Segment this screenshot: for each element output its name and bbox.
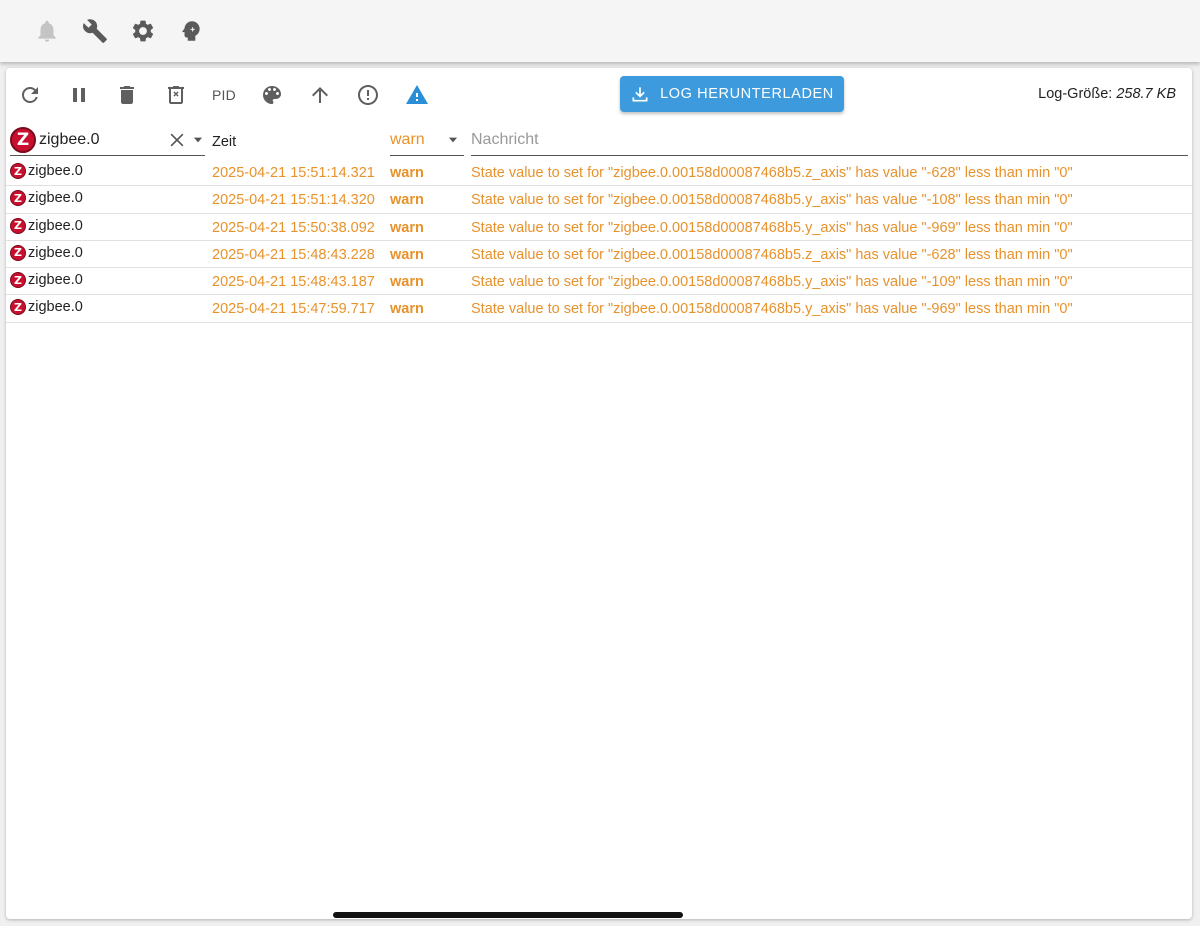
table-row: Zzigbee.0 2025-04-21 15:51:14.320 warn S… [6, 186, 1192, 214]
log-source-text: zigbee.0 [28, 163, 83, 179]
refresh-icon [22, 87, 38, 103]
download-icon [632, 87, 648, 102]
head-icon[interactable] [178, 18, 204, 44]
log-source: Zzigbee.0 [10, 217, 83, 234]
log-time: 2025-04-21 15:51:14.320 [212, 192, 375, 209]
log-message: State value to set for "zigbee.0.00158d0… [471, 165, 1073, 181]
log-size-label: Log-Größe: [1038, 86, 1113, 102]
bell-icon[interactable] [34, 18, 60, 44]
log-time: 2025-04-21 15:51:14.321 [212, 165, 375, 181]
log-source: Zzigbee.0 [10, 299, 83, 316]
zigbee-logo-icon: Z [10, 244, 26, 261]
refresh-button[interactable] [15, 80, 45, 110]
download-log-button[interactable]: LOG HERUNTERLADEN [620, 76, 844, 112]
table-row: Zzigbee.0 2025-04-21 15:47:59.717 warn S… [6, 295, 1192, 323]
log-source-text: zigbee.0 [28, 299, 83, 316]
log-level: warn [390, 301, 424, 318]
log-toolbar: PID LOG HERUNTERLADEN Log-Größe: 258.7 K… [6, 74, 1192, 116]
log-time: 2025-04-21 15:50:38.092 [212, 219, 375, 236]
trash-x-icon [168, 86, 184, 104]
log-table: Zzigbee.0 2025-04-21 15:51:14.321 warn S… [6, 159, 1192, 323]
table-row: Zzigbee.0 2025-04-21 15:51:14.321 warn S… [6, 159, 1192, 187]
pause-button[interactable] [64, 80, 94, 110]
log-level: warn [390, 165, 424, 181]
palette-icon [263, 86, 281, 104]
pid-toggle-button[interactable]: PID [212, 87, 236, 103]
download-log-label: LOG HERUNTERLADEN [660, 86, 834, 102]
log-level: warn [390, 192, 424, 209]
arrow-up-icon [312, 87, 328, 103]
trash-icon [120, 86, 134, 104]
zigbee-logo-icon: Z [10, 163, 26, 179]
log-time: 2025-04-21 15:48:43.228 [212, 246, 375, 263]
delete-all-button[interactable] [161, 80, 191, 110]
time-column-header: Zeit [212, 134, 237, 150]
log-level: warn [390, 219, 424, 236]
log-source: Zzigbee.0 [10, 190, 83, 207]
log-source: Zzigbee.0 [10, 244, 83, 261]
log-panel: PID LOG HERUNTERLADEN Log-Größe: 258.7 K… [6, 68, 1192, 919]
zigbee-logo-icon: Z [10, 190, 26, 207]
error-filter-button[interactable] [353, 80, 383, 110]
source-filter-select[interactable]: Z zigbee.0 [10, 124, 205, 156]
source-filter-value: zigbee.0 [39, 130, 100, 148]
pause-icon [73, 88, 85, 102]
delete-button[interactable] [112, 80, 142, 110]
sort-order-button[interactable] [305, 80, 335, 110]
table-row: Zzigbee.0 2025-04-21 15:48:43.187 warn S… [6, 268, 1192, 296]
level-filter-value: warn [390, 130, 425, 148]
log-message: State value to set for "zigbee.0.00158d0… [471, 301, 1073, 318]
log-level: warn [390, 274, 424, 291]
log-source: Zzigbee.0 [10, 272, 83, 289]
error-outline-icon [358, 85, 378, 105]
log-message: State value to set for "zigbee.0.00158d0… [471, 192, 1073, 209]
warning-filter-button[interactable] [402, 80, 432, 110]
zigbee-logo-icon: Z [10, 217, 26, 234]
wrench-icon[interactable] [82, 18, 108, 44]
clear-icon[interactable] [167, 130, 187, 150]
warning-icon [406, 85, 428, 104]
home-indicator [333, 912, 683, 918]
log-message: State value to set for "zigbee.0.00158d0… [471, 274, 1073, 291]
log-source-text: zigbee.0 [28, 217, 83, 234]
gear-icon[interactable] [130, 18, 156, 44]
log-level: warn [390, 246, 424, 263]
zigbee-logo-icon: Z [10, 299, 26, 316]
log-size: Log-Größe: 258.7 KB [1038, 86, 1176, 102]
log-source-text: zigbee.0 [28, 272, 83, 289]
top-app-bar [0, 0, 1200, 62]
table-row: Zzigbee.0 2025-04-21 15:50:38.092 warn S… [6, 214, 1192, 241]
log-message: State value to set for "zigbee.0.00158d0… [471, 246, 1073, 263]
log-source: Zzigbee.0 [10, 163, 83, 179]
filter-row: Z zigbee.0 Zeit warn [6, 120, 1192, 156]
log-time: 2025-04-21 15:47:59.717 [212, 301, 375, 318]
color-toggle-button[interactable] [257, 80, 287, 110]
chevron-down-icon[interactable] [191, 133, 205, 147]
log-message: State value to set for "zigbee.0.00158d0… [471, 219, 1073, 236]
log-time: 2025-04-21 15:48:43.187 [212, 274, 375, 291]
log-source-text: zigbee.0 [28, 190, 83, 207]
level-filter-select[interactable]: warn [390, 124, 464, 156]
table-row: Zzigbee.0 2025-04-21 15:48:43.228 warn S… [6, 241, 1192, 269]
zigbee-logo-icon: Z [10, 272, 26, 289]
log-size-value: 258.7 KB [1116, 86, 1176, 102]
zigbee-logo-icon: Z [10, 126, 36, 153]
log-source-text: zigbee.0 [28, 244, 83, 261]
chevron-down-icon [448, 137, 458, 142]
message-filter-input[interactable] [471, 124, 1188, 156]
